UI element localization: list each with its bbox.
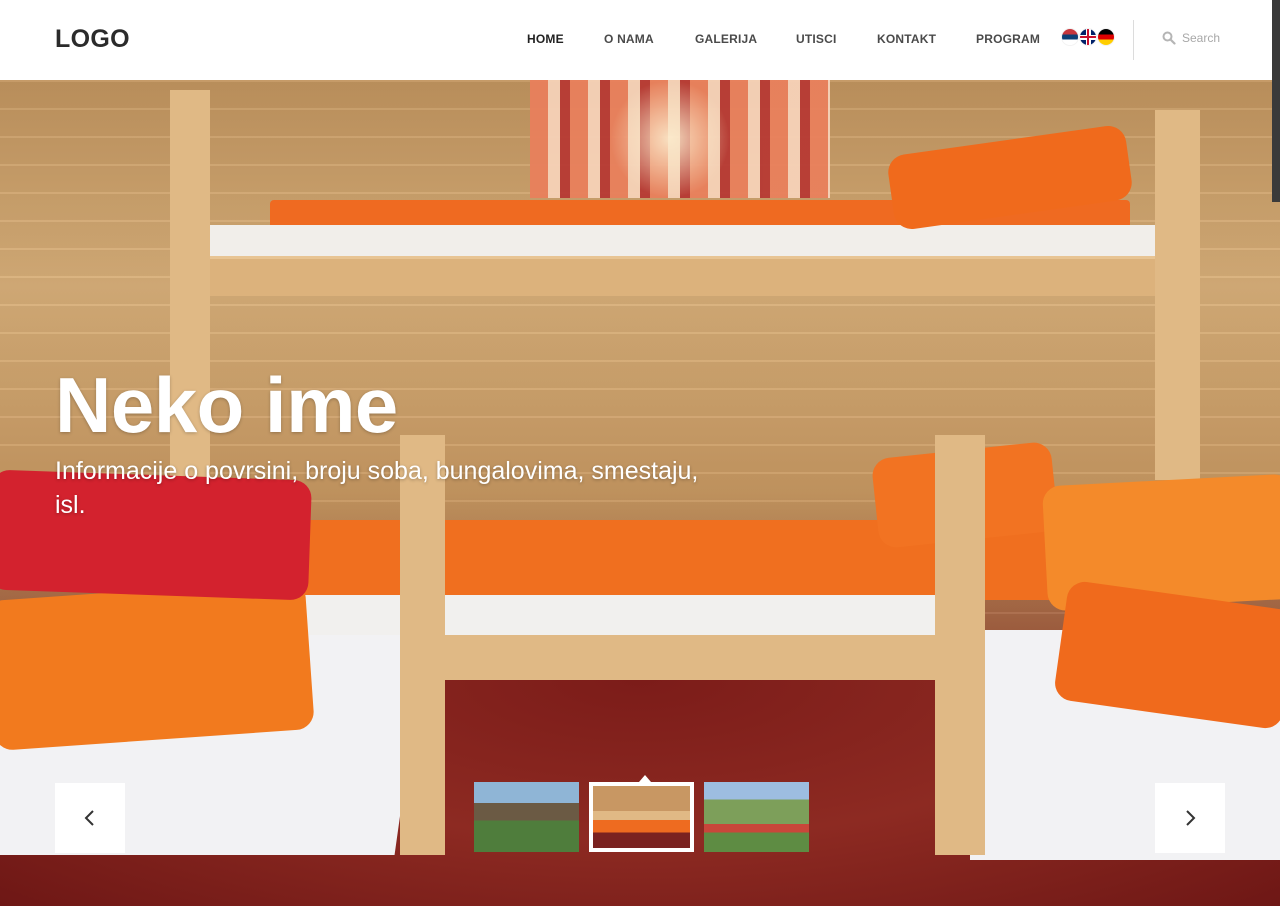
search-icon[interactable]: [1162, 31, 1176, 45]
search-input[interactable]: [1182, 31, 1244, 45]
nav-item-utisci[interactable]: UTISCI: [796, 32, 837, 46]
thumbnail-village[interactable]: [474, 782, 579, 852]
header-divider: [1133, 20, 1134, 60]
chevron-left-icon: [84, 810, 94, 826]
slider-thumbnails: [474, 775, 814, 852]
site-header: LOGO HOME O NAMA GALERIJA UTISCI KONTAKT…: [0, 0, 1280, 80]
nav-item-o-nama[interactable]: O NAMA: [604, 32, 654, 46]
thumbnail-bunk-room[interactable]: [589, 782, 694, 852]
page-scrollbar[interactable]: [1272, 0, 1280, 202]
hero-slider: Neko ime Informacije o povrsini, broju s…: [0, 80, 1280, 906]
flag-uk-icon[interactable]: [1080, 29, 1096, 45]
hero-title: Neko ime: [55, 361, 398, 449]
hero-subtitle: Informacije o povrsini, broju soba, bung…: [55, 457, 699, 519]
chevron-right-icon: [1186, 810, 1196, 826]
search-box: [1162, 30, 1244, 50]
nav-item-program[interactable]: PROGRAM: [976, 32, 1040, 46]
thumbnail-gazebo[interactable]: [704, 782, 809, 852]
slider-prev-button[interactable]: [55, 783, 125, 853]
nav-item-galerija[interactable]: GALERIJA: [695, 32, 757, 46]
flag-germany-icon[interactable]: [1098, 29, 1114, 45]
flag-serbia-icon[interactable]: [1062, 29, 1078, 45]
active-thumbnail-pointer: [639, 775, 651, 782]
nav-item-kontakt[interactable]: KONTAKT: [877, 32, 936, 46]
slider-next-button[interactable]: [1155, 783, 1225, 853]
nav-item-home[interactable]: HOME: [527, 32, 564, 46]
